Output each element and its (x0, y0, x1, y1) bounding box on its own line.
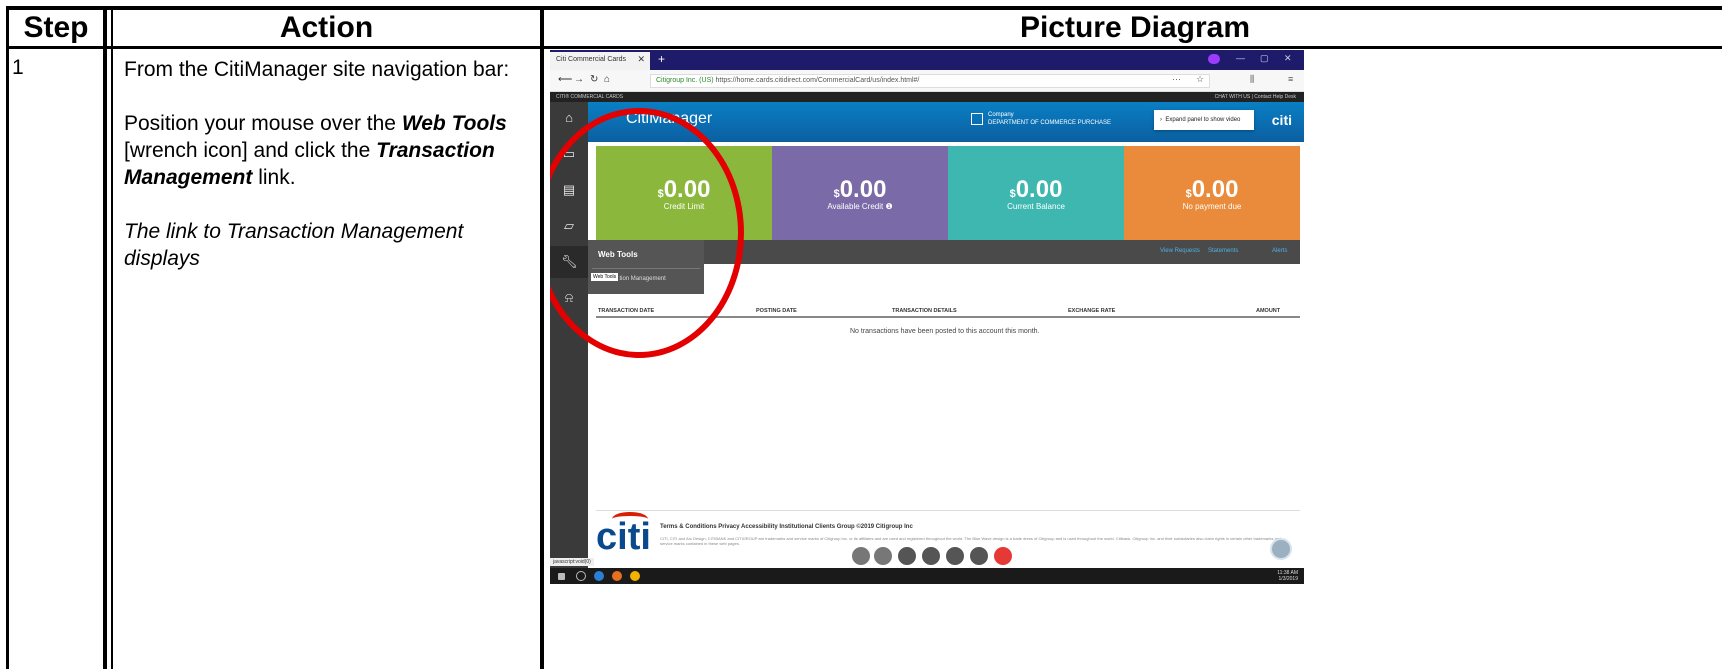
instr-mid: [wrench icon] and click the (124, 139, 377, 162)
header-picture-diagram: Picture Diagram (1019, 11, 1251, 44)
col-exchange-rate[interactable]: EXCHANGE RATE (1068, 308, 1115, 314)
chat-icon[interactable] (946, 547, 964, 565)
firefox-icon[interactable] (612, 571, 622, 581)
col-divider-1b (111, 6, 113, 669)
browser-tab-bar: Citi Commercial Cards ✕ + — ▢ ✕ (550, 50, 1304, 70)
forward-icon[interactable]: → (574, 74, 584, 85)
maximize-icon[interactable]: ▢ (1260, 53, 1269, 64)
instr-web-tools: Web Tools (401, 112, 507, 135)
company-selector[interactable]: Company DEPARTMENT OF COMMERCE PURCHASE (988, 111, 1111, 127)
task-view-icon[interactable] (576, 571, 586, 581)
citi-footer-logo: citi (596, 516, 651, 558)
footer-divider (596, 510, 1300, 511)
tile-amount: $0.00 (948, 176, 1124, 204)
new-tab-icon[interactable]: + (658, 52, 665, 66)
col-amount[interactable]: AMOUNT (1256, 308, 1280, 314)
menu-icon[interactable]: ≡ (1288, 74, 1293, 84)
view-requests-link[interactable]: View Requests (1160, 248, 1200, 254)
tile-payment-due: $0.00 No payment due (1124, 146, 1300, 240)
tile-label: No payment due (1182, 202, 1242, 211)
col-posting-date[interactable]: POSTING DATE (756, 308, 797, 314)
taskbar-clock: 11:38 AM 1/3/2019 (1277, 570, 1298, 582)
taskbar-app-icon[interactable] (594, 571, 604, 581)
instr-post: link. (252, 166, 296, 189)
windows-taskbar: 11:38 AM 1/3/2019 (550, 568, 1304, 584)
share-screen-icon[interactable] (898, 547, 916, 565)
tile-amount: $0.00 (772, 176, 948, 204)
home-icon[interactable]: ⌂ (604, 74, 610, 85)
tile-available-credit: $0.00 Available Credit ❶ (772, 146, 948, 240)
clock-date: 1/3/2019 (1278, 576, 1298, 582)
page-actions-icon[interactable]: ··· (1172, 74, 1181, 84)
leave-meeting-icon[interactable] (994, 547, 1012, 565)
tile-label-text: Available Credit (827, 202, 884, 211)
windows-start-icon[interactable] (558, 573, 565, 580)
company-label: Company (988, 112, 1014, 118)
tile-current-balance: $0.00 Current Balance (948, 146, 1124, 240)
tab-title: Citi Commercial Cards (556, 56, 627, 63)
header-bottom-border (6, 46, 1722, 49)
address-bar-row: ⟵ → ↻ ⌂ Citigroup Inc. (US) https://home… (550, 70, 1304, 92)
tile-value: 0.00 (839, 176, 887, 203)
header-action: Action (279, 11, 374, 44)
tile-amount: $0.00 (1124, 176, 1300, 204)
col-divider-1 (103, 6, 107, 669)
company-name: DEPARTMENT OF COMMERCE PURCHASE (988, 120, 1112, 126)
chrome-icon[interactable] (630, 571, 640, 581)
tile-label: Available Credit ❶ (772, 202, 948, 211)
header-step: Step (23, 11, 89, 44)
url-field[interactable]: Citigroup Inc. (US) https://home.cards.c… (650, 74, 1210, 88)
footer-links[interactable]: Terms & Conditions Privacy Accessibility… (660, 524, 913, 530)
col-divider-2 (540, 6, 544, 669)
status-bar-url: javascript:void(0) (550, 558, 594, 566)
action-intro: From the CitiManager site navigation bar… (124, 58, 510, 81)
step-number: 1 (12, 56, 24, 79)
url-text: https://home.cards.citidirect.com/Commer… (715, 77, 920, 84)
col-transaction-details[interactable]: TRANSACTION DETAILS (892, 308, 957, 314)
minimize-icon[interactable]: — (1236, 53, 1245, 63)
expand-panel-popup[interactable]: › Expand panel to show video (1154, 110, 1254, 130)
site-top-strip-left: CITI® COMMERCIAL CARDS (556, 94, 624, 100)
table-left-border (6, 6, 9, 669)
browser-extension-icon[interactable] (1208, 54, 1220, 64)
expand-panel-text: Expand panel to show video (1165, 117, 1241, 123)
back-icon[interactable]: ⟵ (558, 74, 572, 85)
picture-diagram-screenshot: Citi Commercial Cards ✕ + — ▢ ✕ ⟵ → ↻ ⌂ … (550, 50, 1304, 584)
meeting-control-icon[interactable] (874, 547, 892, 565)
site-top-strip-right[interactable]: CHAT WITH US | Contact Help Desk (1215, 94, 1296, 100)
url-org: Citigroup Inc. (US) (656, 77, 714, 84)
reload-icon[interactable]: ↻ (590, 74, 598, 85)
empty-transactions-message: No transactions have been posted to this… (850, 328, 1040, 335)
alerts-link[interactable]: Alerts (1272, 248, 1287, 254)
more-icon[interactable] (970, 547, 988, 565)
close-tab-icon[interactable]: ✕ (637, 54, 645, 65)
action-instructions: From the CitiManager site navigation bar… (124, 56, 524, 299)
action-step: Position your mouse over the Web Tools [… (124, 110, 524, 191)
library-icon[interactable]: ⫼ (1250, 74, 1254, 85)
home-nav-icon[interactable]: ⌂ (561, 110, 577, 126)
meeting-control-icon[interactable] (852, 547, 870, 565)
tile-label: Current Balance (1007, 202, 1065, 211)
browser-tab[interactable]: Citi Commercial Cards ✕ (550, 52, 650, 70)
footer-fine-print: CITI, CITI and Arc Design, CITIBANK and … (660, 536, 1282, 546)
participants-icon[interactable] (922, 547, 940, 565)
tile-value: 0.00 (1191, 176, 1239, 203)
action-note: The link to Transaction Management displ… (124, 220, 464, 270)
bookmark-star-icon[interactable]: ☆ (1196, 74, 1204, 85)
instr-pre: Position your mouse over the (124, 112, 402, 135)
company-icon (971, 113, 983, 125)
statements-link[interactable]: Statements (1208, 248, 1238, 254)
info-icon[interactable]: ❶ (885, 202, 892, 211)
tile-value: 0.00 (1015, 176, 1063, 203)
citi-header-logo: citi (1271, 112, 1292, 128)
window-close-icon[interactable]: ✕ (1284, 53, 1292, 64)
avatar[interactable] (1270, 538, 1292, 560)
site-top-strip: CITI® COMMERCIAL CARDS CHAT WITH US | Co… (550, 92, 1304, 102)
